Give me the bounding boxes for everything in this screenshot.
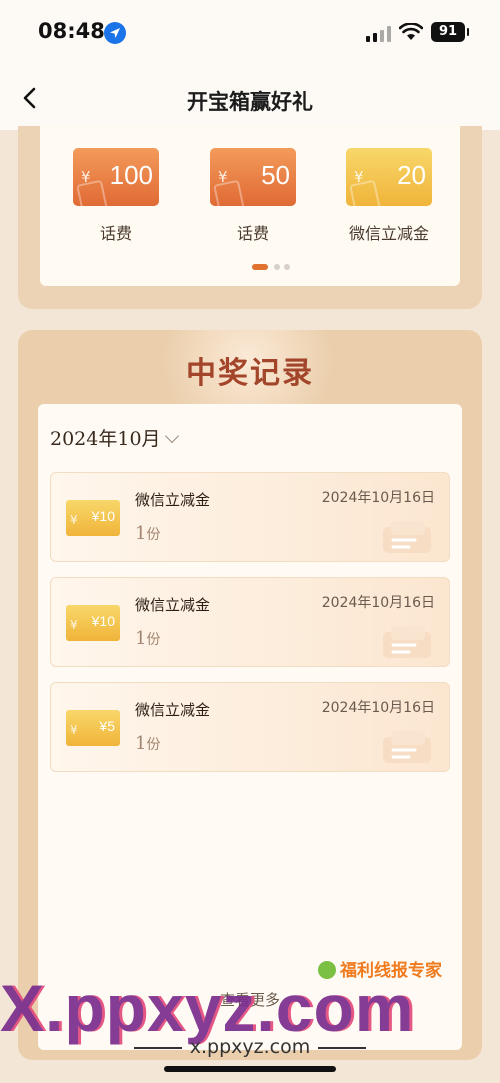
- chevron-down-icon: [164, 428, 179, 444]
- prize-name: 话费: [99, 224, 132, 243]
- prize-amount: 20: [397, 160, 426, 190]
- ticket-icon: [383, 731, 431, 763]
- coupon-thumbnail: ¥ ¥10: [66, 605, 120, 641]
- location-arrow-icon: [104, 22, 126, 44]
- prize-carousel-inner: ¥ 100 话费 ¥ 50 话费 ¥ 20 微信立减金: [40, 126, 460, 286]
- records-list-container: 2024年10月 ¥ ¥10 微信立减金 2024年10月16日 1份 ¥ ¥1…: [38, 404, 462, 1050]
- wifi-icon: [399, 23, 423, 40]
- winning-records-panel: 中奖记录 2024年10月 ¥ ¥10 微信立减金 2024年10月16日 1份…: [18, 330, 482, 1060]
- record-name: 微信立减金: [135, 491, 211, 509]
- navigation-bar: 开宝箱赢好礼: [0, 64, 500, 130]
- watermark-url: x.ppxyz.com: [0, 1036, 500, 1058]
- page-title: 开宝箱赢好礼: [187, 90, 313, 114]
- prize-carousel: ¥ 100 话费 ¥ 50 话费 ¥ 20 微信立减金: [18, 126, 482, 309]
- ticket-icon: [383, 626, 431, 658]
- month-label: 2024年10月: [50, 428, 161, 450]
- record-item: ¥ ¥5 微信立减金 2024年10月16日 1份: [50, 682, 450, 772]
- battery-indicator: 91: [431, 22, 469, 42]
- record-quantity: 1份: [135, 523, 161, 544]
- prize-card: ¥ 20: [346, 148, 432, 206]
- coupon-yen-symbol: ¥: [70, 618, 78, 632]
- prize-item[interactable]: ¥ 100 话费: [66, 148, 166, 244]
- watermark-large-text: X.ppxyz.com: [0, 971, 415, 1045]
- prize-name: 微信立减金: [348, 224, 429, 243]
- coupon-thumbnail: ¥ ¥10: [66, 500, 120, 536]
- record-name: 微信立减金: [135, 701, 211, 719]
- record-name: 微信立减金: [135, 596, 211, 614]
- month-selector[interactable]: 2024年10月: [50, 424, 179, 451]
- prize-item[interactable]: ¥ 20 微信立减金: [339, 148, 439, 244]
- pagination-dot[interactable]: [284, 264, 290, 270]
- record-date: 2024年10月16日: [321, 490, 435, 506]
- coupon-thumbnail: ¥ ¥5: [66, 710, 120, 746]
- prize-yen-symbol: ¥: [81, 168, 91, 186]
- prize-card: ¥ 50: [210, 148, 296, 206]
- coupon-value: ¥10: [91, 508, 115, 524]
- record-quantity: 1份: [135, 628, 161, 649]
- home-indicator: [164, 1066, 336, 1072]
- record-item: ¥ ¥10 微信立减金 2024年10月16日 1份: [50, 472, 450, 562]
- status-bar: 08:48 91: [0, 0, 500, 64]
- carousel-pagination: [252, 264, 300, 270]
- record-date: 2024年10月16日: [321, 700, 435, 716]
- pagination-dot[interactable]: [274, 264, 280, 270]
- records-title: 中奖记录: [186, 356, 314, 391]
- record-item: ¥ ¥10 微信立减金 2024年10月16日 1份: [50, 577, 450, 667]
- ticket-icon: [383, 521, 431, 553]
- prize-card: ¥ 100: [73, 148, 159, 206]
- prize-amount: 100: [109, 160, 153, 190]
- coupon-yen-symbol: ¥: [70, 723, 78, 737]
- pagination-dot-active[interactable]: [252, 264, 268, 270]
- coupon-value: ¥10: [91, 613, 115, 629]
- prize-item[interactable]: ¥ 50 话费: [203, 148, 303, 244]
- coupon-yen-symbol: ¥: [70, 513, 78, 527]
- record-date: 2024年10月16日: [321, 595, 435, 611]
- prize-name: 话费: [236, 224, 269, 243]
- cellular-signal-icon: [366, 26, 392, 42]
- record-quantity: 1份: [135, 733, 161, 754]
- prize-yen-symbol: ¥: [218, 168, 228, 186]
- prize-amount: 50: [261, 160, 290, 190]
- coupon-value: ¥5: [99, 718, 115, 734]
- prize-yen-symbol: ¥: [354, 168, 364, 186]
- status-time: 08:48: [38, 19, 105, 43]
